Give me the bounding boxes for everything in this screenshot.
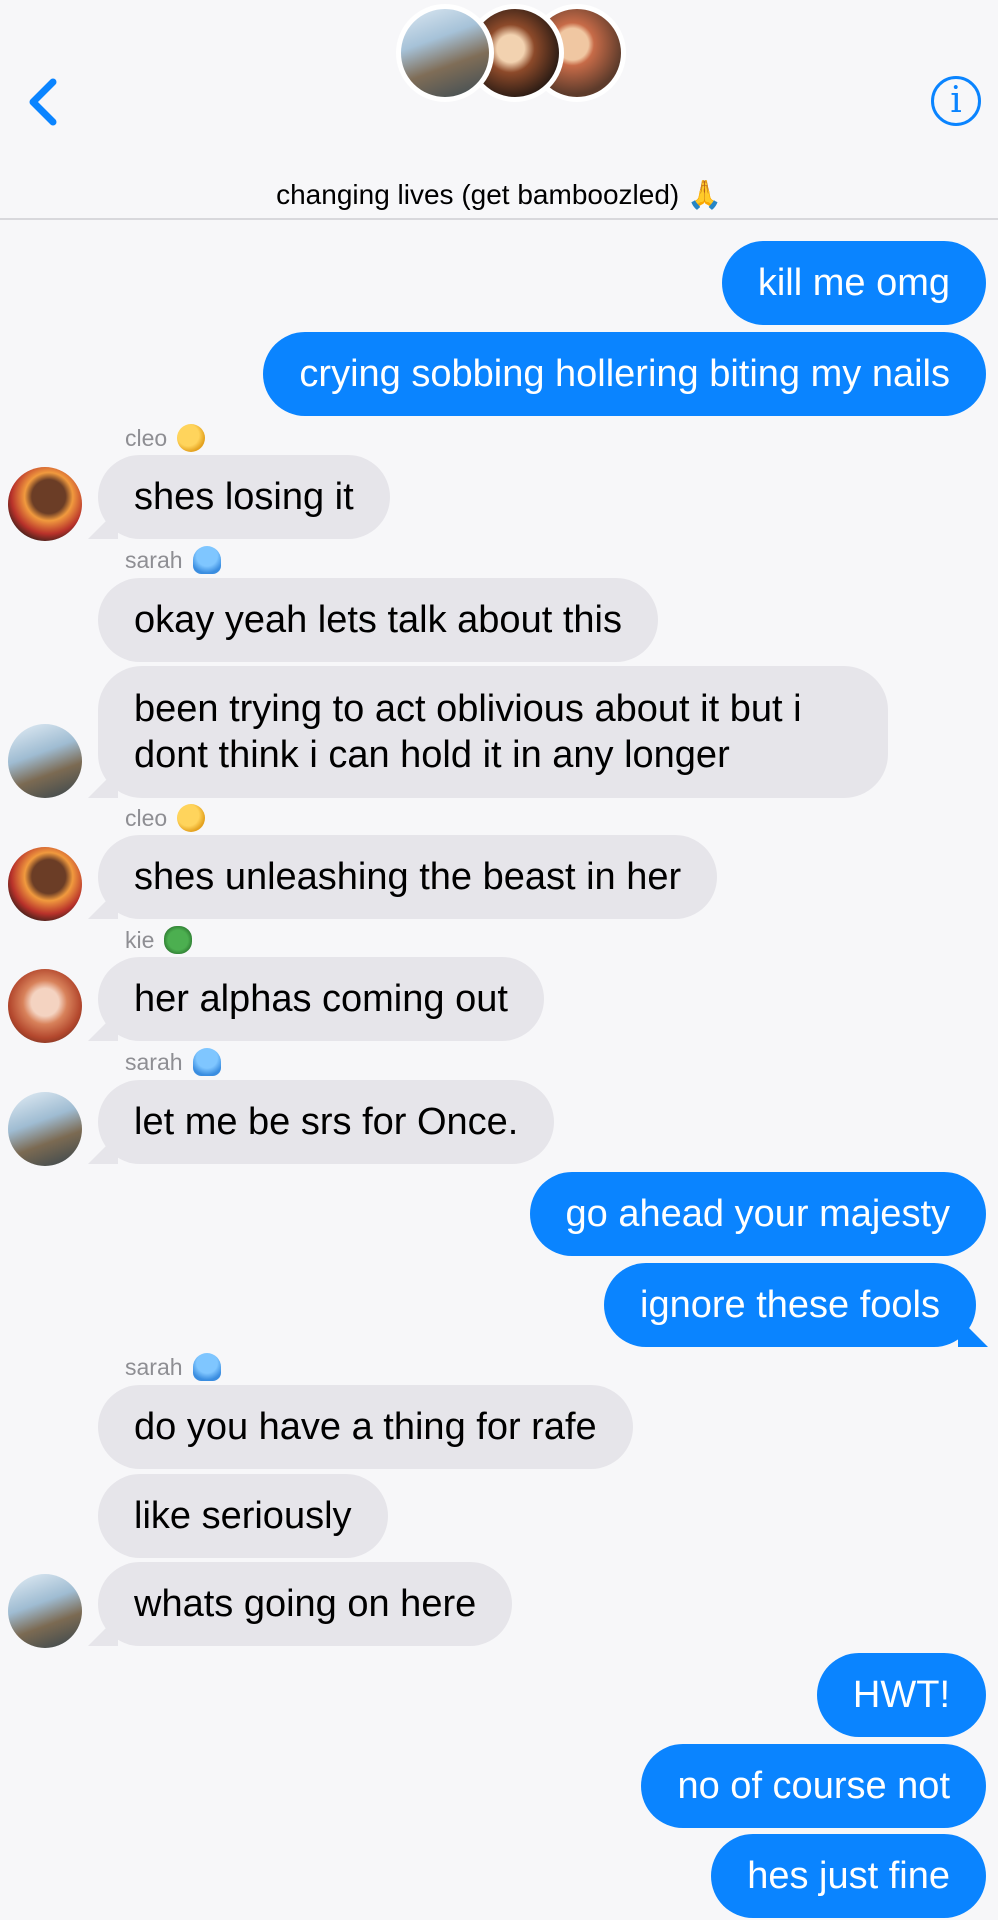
message-text: do you have a thing for rafe bbox=[134, 1406, 597, 1448]
group-avatars[interactable] bbox=[396, 0, 626, 110]
bubble-tail bbox=[88, 1011, 118, 1041]
jellyfish-emoji-icon bbox=[192, 546, 221, 574]
message-bubble-received[interactable]: like seriously bbox=[98, 1474, 388, 1558]
message-bubble-received[interactable]: shes unleashing the beast in her bbox=[88, 835, 718, 919]
back-button[interactable] bbox=[20, 72, 70, 132]
bubble-tail bbox=[88, 509, 118, 539]
message-bubble-sent[interactable]: ignore these fools bbox=[604, 1263, 988, 1347]
avatar-kie[interactable] bbox=[8, 969, 82, 1043]
message-text: shes unleashing the beast in her bbox=[134, 856, 682, 898]
sender-name-sarah: sarah bbox=[125, 546, 221, 574]
bubble-tail bbox=[958, 1317, 988, 1347]
pufferfish-emoji-icon bbox=[177, 424, 206, 452]
message-bubble-sent[interactable]: HWT! bbox=[816, 1653, 986, 1737]
message-bubble-received[interactable]: her alphas coming out bbox=[88, 957, 544, 1041]
message-bubble-sent[interactable]: kill me omg bbox=[721, 241, 986, 325]
sender-name-sarah: sarah bbox=[125, 1048, 221, 1076]
message-bubble-received[interactable]: whats going on here bbox=[88, 1562, 513, 1646]
avatar-cleo[interactable] bbox=[8, 467, 82, 541]
bubble-tail bbox=[88, 768, 118, 798]
info-icon: i bbox=[950, 80, 962, 121]
chevron-left-icon bbox=[29, 78, 57, 126]
message-text: go ahead your majesty bbox=[565, 1193, 950, 1235]
bubble-tail bbox=[88, 889, 118, 919]
message-bubble-sent[interactable]: no of course not bbox=[641, 1744, 986, 1828]
message-text: hes just fine bbox=[747, 1855, 950, 1897]
jellyfish-emoji-icon bbox=[192, 1353, 221, 1381]
sender-name-cleo: cleo bbox=[125, 424, 206, 452]
message-text: let me be srs for Once. bbox=[134, 1101, 519, 1143]
sender-name-cleo: cleo bbox=[125, 804, 206, 832]
info-button[interactable]: i bbox=[931, 76, 981, 126]
bubble-tail bbox=[88, 1616, 118, 1646]
sender-name-sarah: sarah bbox=[125, 1353, 221, 1381]
message-bubble-received[interactable]: let me be srs for Once. bbox=[88, 1080, 555, 1164]
pufferfish-emoji-icon bbox=[177, 804, 206, 832]
message-text: HWT! bbox=[852, 1674, 950, 1716]
turtle-emoji-icon bbox=[164, 926, 193, 954]
message-bubble-received[interactable]: do you have a thing for rafe bbox=[98, 1385, 633, 1469]
message-bubble-sent[interactable]: crying sobbing hollering biting my nails bbox=[263, 332, 986, 416]
group-title[interactable]: changing lives (get bamboozled) 🙏 bbox=[0, 178, 998, 211]
message-bubble-received[interactable]: shes losing it bbox=[88, 455, 390, 539]
message-text: like seriously bbox=[134, 1495, 352, 1537]
message-bubble-received[interactable]: been trying to act oblivious about it bu… bbox=[88, 666, 888, 798]
message-text: kill me omg bbox=[757, 262, 950, 304]
message-text: crying sobbing hollering biting my nails bbox=[299, 353, 950, 395]
message-text: shes losing it bbox=[134, 476, 354, 518]
message-bubble-received[interactable]: okay yeah lets talk about this bbox=[98, 578, 658, 662]
message-bubble-sent[interactable]: hes just fine bbox=[711, 1834, 986, 1918]
jellyfish-emoji-icon bbox=[192, 1048, 221, 1076]
message-text: ignore these fools bbox=[640, 1284, 940, 1326]
message-text: whats going on here bbox=[134, 1583, 477, 1625]
avatar-sarah[interactable] bbox=[8, 1092, 82, 1166]
bubble-tail bbox=[88, 1134, 118, 1164]
avatar-sarah[interactable] bbox=[8, 1574, 82, 1648]
message-bubble-sent[interactable]: go ahead your majesty bbox=[529, 1172, 986, 1256]
conversation-header: i changing lives (get bamboozled) 🙏 bbox=[0, 0, 998, 220]
message-text: no of course not bbox=[677, 1765, 950, 1807]
sender-name-kie: kie bbox=[125, 926, 193, 954]
avatar-sarah[interactable] bbox=[8, 724, 82, 798]
avatar-cleo[interactable] bbox=[8, 847, 82, 921]
message-text: been trying to act oblivious about it bu… bbox=[134, 688, 802, 776]
participant-avatar-sarah bbox=[396, 4, 494, 102]
message-text: her alphas coming out bbox=[134, 978, 508, 1020]
message-text: okay yeah lets talk about this bbox=[134, 599, 622, 641]
